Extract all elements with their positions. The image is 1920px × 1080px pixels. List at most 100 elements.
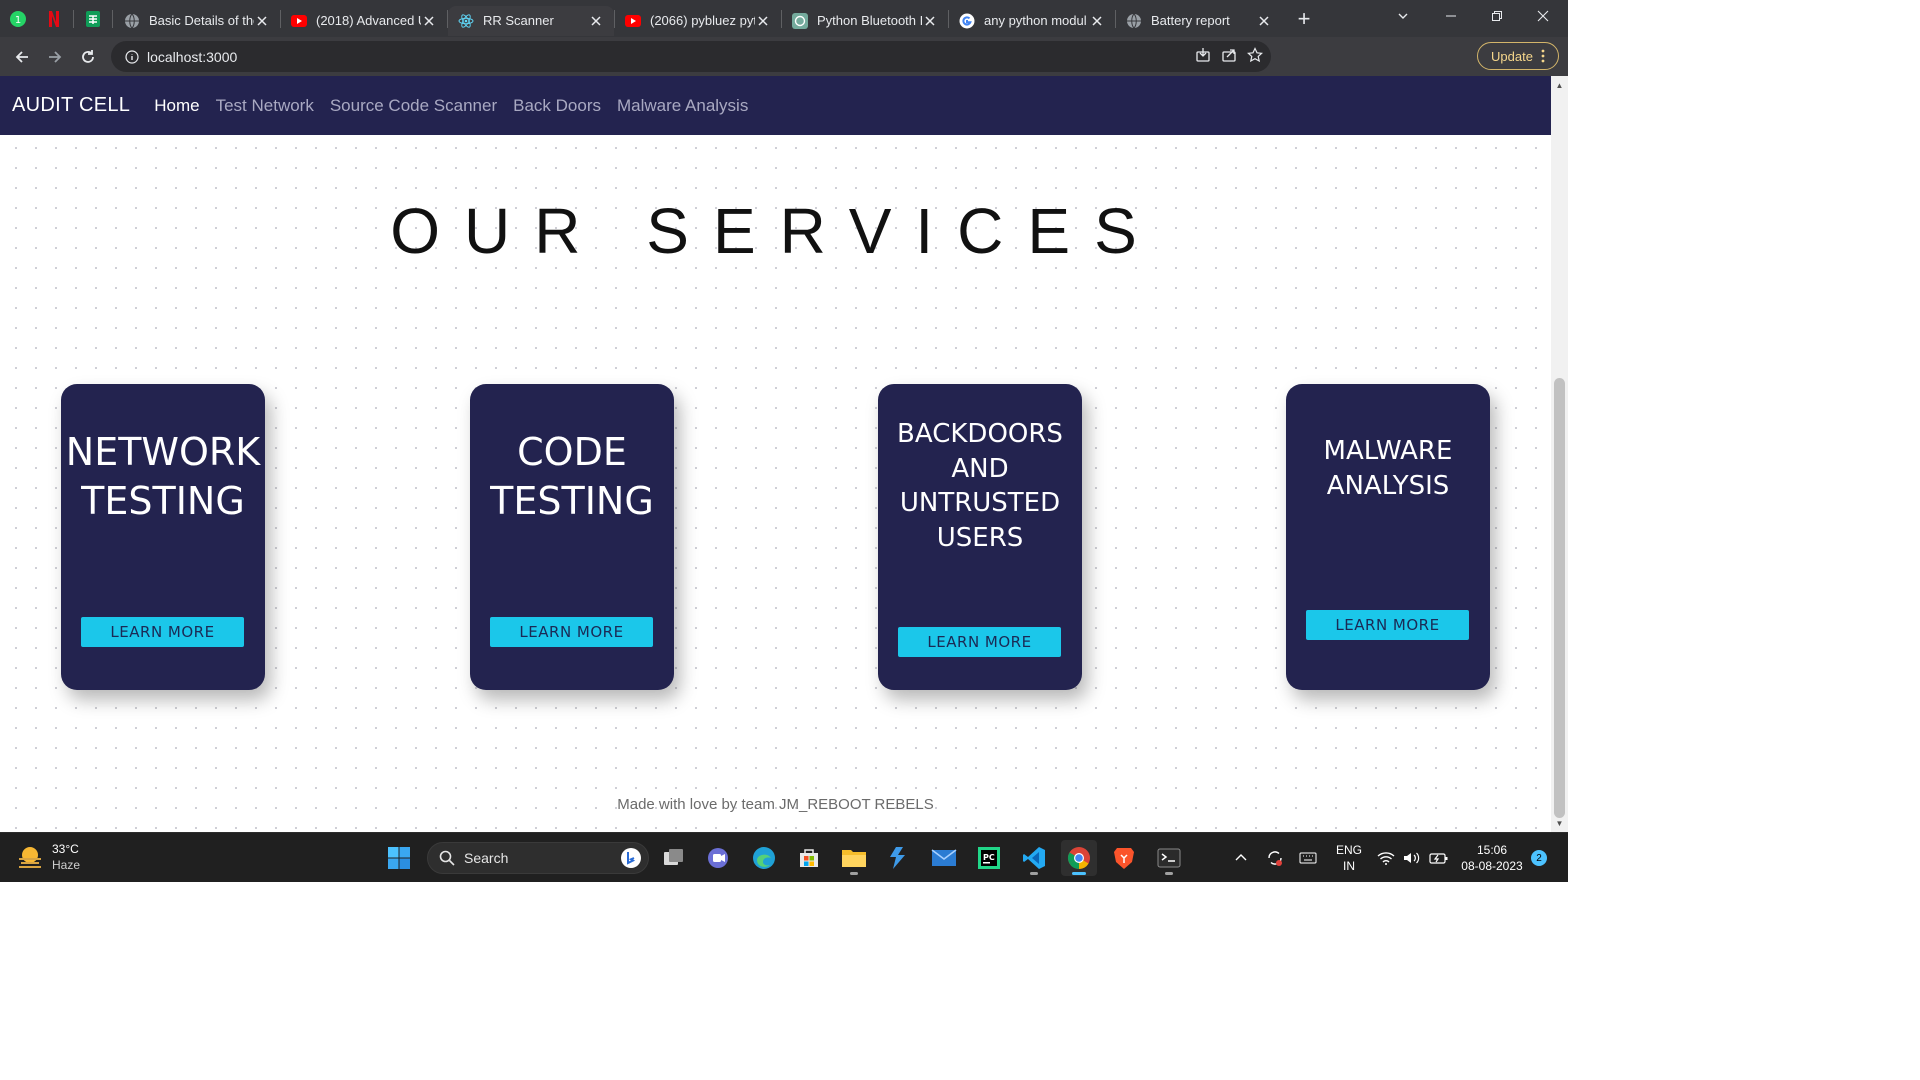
clock-time: 15:06 xyxy=(1476,843,1508,857)
nav-link-test-network[interactable]: Test Network xyxy=(216,96,314,116)
new-tab-button[interactable]: + xyxy=(1290,5,1318,33)
edge-icon xyxy=(753,847,775,869)
taskbar-app-teams[interactable] xyxy=(701,840,737,876)
mail-icon xyxy=(931,849,957,866)
update-button[interactable]: Update xyxy=(1477,42,1559,70)
nav-link-back-doors[interactable]: Back Doors xyxy=(513,96,601,116)
close-tab-button[interactable] xyxy=(1089,13,1105,29)
taskbar-search[interactable]: Search xyxy=(427,842,649,874)
pinned-tab-whatsapp[interactable]: 1 xyxy=(0,0,36,37)
browser-toolbar: localhost:3000 xyxy=(0,37,1568,104)
tab-list: Basic Details of the (2018) Advanced U RR … xyxy=(114,2,1282,36)
taskbar-app-terminal[interactable] xyxy=(1151,840,1187,876)
card-title-line: USERS xyxy=(936,522,1024,553)
omnibox-actions xyxy=(1195,41,1263,72)
browser-tab[interactable]: any python modul xyxy=(949,6,1115,36)
share-button[interactable] xyxy=(1221,47,1237,66)
back-button[interactable] xyxy=(6,41,38,73)
close-icon xyxy=(1537,10,1549,22)
tab-title: RR Scanner xyxy=(483,13,554,28)
region-code: IN xyxy=(1343,859,1355,873)
forward-button[interactable] xyxy=(39,41,71,73)
taskbar-app-file-explorer[interactable] xyxy=(836,840,872,876)
address-bar[interactable]: localhost:3000 xyxy=(111,41,1271,72)
card-title-line: CODE xyxy=(517,430,627,474)
clock-date: 08-08-2023 xyxy=(1461,859,1523,873)
taskbar-app-vscode[interactable] xyxy=(1016,840,1052,876)
browser-tab[interactable]: (2066) pybluez pyt xyxy=(615,6,781,36)
site-brand[interactable]: AUDIT CELL xyxy=(12,94,130,117)
bing-icon xyxy=(621,848,641,868)
close-icon xyxy=(424,15,434,26)
close-tab-button[interactable] xyxy=(1256,13,1272,29)
tray-sync-icon-button[interactable] xyxy=(1266,833,1284,883)
learn-more-button[interactable]: LEARN MORE xyxy=(898,627,1061,657)
taskbar-app-chrome[interactable] xyxy=(1061,840,1097,876)
scroll-down-arrow[interactable]: ▼ xyxy=(1551,816,1568,830)
learn-more-button[interactable]: LEARN MORE xyxy=(81,617,244,647)
svg-text:PC: PC xyxy=(983,853,995,862)
learn-more-button[interactable]: LEARN MORE xyxy=(1306,610,1469,640)
footer-credit: Made with love by team JM_REBOOT REBELS xyxy=(617,796,934,813)
tab-title: Battery report xyxy=(1151,13,1230,28)
close-icon xyxy=(591,15,601,26)
start-button[interactable] xyxy=(381,840,417,876)
close-icon xyxy=(758,15,768,26)
tray-keyboard-button[interactable] xyxy=(1299,833,1317,883)
close-icon xyxy=(1259,15,1269,26)
close-tab-button[interactable] xyxy=(588,13,604,29)
close-tab-button[interactable] xyxy=(922,13,938,29)
tab-divider xyxy=(73,9,74,28)
quick-settings-button[interactable] xyxy=(1377,833,1449,883)
system-clock[interactable]: 15:06 08-08-2023 xyxy=(1456,842,1528,874)
weather-widget[interactable]: 33°C Haze xyxy=(16,841,80,873)
taskbar-app-brave[interactable] xyxy=(1106,840,1142,876)
show-hidden-icons-button[interactable] xyxy=(1234,833,1248,883)
taskbar-app-edge[interactable] xyxy=(746,840,782,876)
share-icon xyxy=(1222,49,1236,62)
page-scrollbar[interactable]: ▲ ▼ xyxy=(1551,76,1568,832)
address-text: localhost:3000 xyxy=(147,48,238,65)
tab-search-button[interactable] xyxy=(1380,0,1426,32)
close-tab-button[interactable] xyxy=(421,13,437,29)
taskbar-app-mail[interactable] xyxy=(926,840,962,876)
site-info-button[interactable] xyxy=(117,49,147,64)
taskbar-app-visual-studio[interactable] xyxy=(881,840,917,876)
google-icon xyxy=(959,13,975,29)
browser-tab[interactable]: Python Bluetooth I xyxy=(782,6,948,36)
reload-button[interactable] xyxy=(72,41,104,73)
pinned-tab-sheets[interactable] xyxy=(75,0,111,37)
whatsapp-icon: 1 xyxy=(10,10,26,27)
browser-tab[interactable]: RR Scanner xyxy=(448,5,614,36)
card-title-line: UNTRUSTED xyxy=(899,488,1061,518)
language-indicator[interactable]: ENG IN xyxy=(1332,842,1366,874)
minimize-button[interactable] xyxy=(1428,0,1474,32)
browser-tab[interactable]: (2018) Advanced U xyxy=(281,6,447,36)
browser-tab[interactable]: Basic Details of the xyxy=(114,6,280,36)
nav-link-source-code-scanner[interactable]: Source Code Scanner xyxy=(330,96,497,116)
close-window-button[interactable] xyxy=(1520,0,1566,32)
scroll-up-arrow[interactable]: ▲ xyxy=(1551,78,1568,92)
taskbar-app-pycharm[interactable]: PC xyxy=(971,840,1007,876)
folder-icon xyxy=(842,850,866,867)
card-title-line: NETWORK xyxy=(65,430,261,474)
restore-button[interactable] xyxy=(1474,0,1520,32)
close-tab-button[interactable] xyxy=(254,13,270,29)
taskbar-app-task-view[interactable] xyxy=(656,840,692,876)
running-indicator xyxy=(1165,872,1173,875)
scrollbar-thumb[interactable] xyxy=(1554,378,1565,818)
youtube-icon xyxy=(291,13,307,29)
nav-link-malware-analysis[interactable]: Malware Analysis xyxy=(617,96,748,116)
close-tab-button[interactable] xyxy=(755,13,771,29)
learn-more-button[interactable]: LEARN MORE xyxy=(490,617,653,647)
card-title-line: AND xyxy=(951,453,1009,484)
bookmark-button[interactable] xyxy=(1247,47,1263,66)
keyboard-icon xyxy=(1299,852,1317,864)
nav-link-home[interactable]: Home xyxy=(154,96,199,116)
vscode-icon xyxy=(1023,847,1045,869)
browser-tab[interactable]: Battery report xyxy=(1116,6,1282,36)
taskbar-app-store[interactable] xyxy=(791,840,827,876)
install-app-button[interactable] xyxy=(1195,47,1211,66)
notification-badge[interactable]: 2 xyxy=(1531,850,1547,866)
pinned-tab-netflix[interactable] xyxy=(36,0,72,37)
